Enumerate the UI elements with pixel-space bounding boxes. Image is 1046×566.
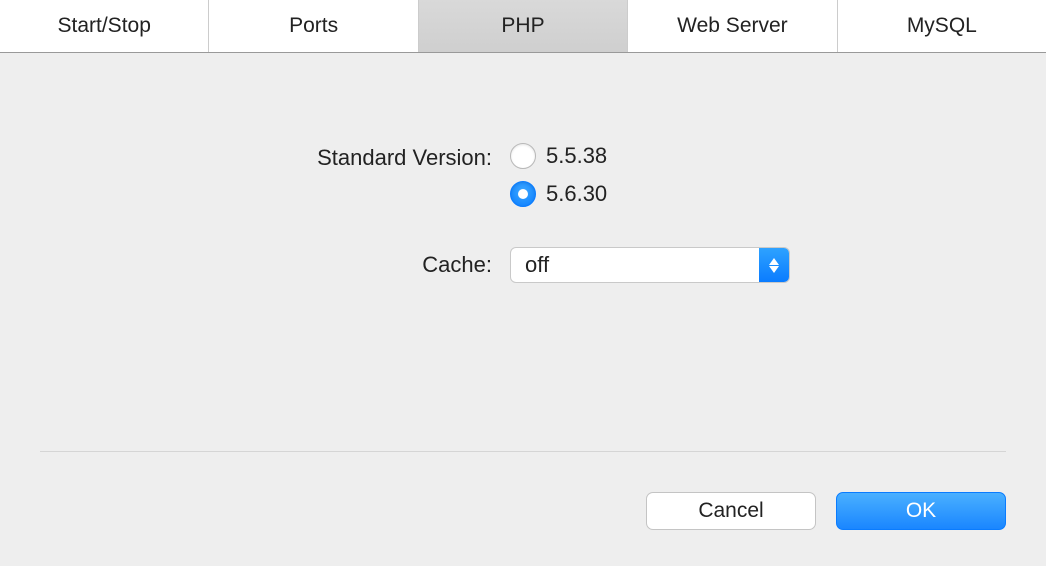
tab-ports[interactable]: Ports bbox=[209, 0, 418, 52]
cancel-button[interactable]: Cancel bbox=[646, 492, 816, 530]
preferences-window: Start/Stop Ports PHP Web Server MySQL St… bbox=[0, 0, 1046, 566]
version-option-0-label: 5.5.38 bbox=[546, 143, 607, 169]
version-option-1[interactable]: 5.6.30 bbox=[510, 181, 607, 207]
cache-row: Cache: off bbox=[40, 247, 1006, 283]
ok-button[interactable]: OK bbox=[836, 492, 1006, 530]
radio-icon[interactable] bbox=[510, 143, 536, 169]
radio-selected-icon[interactable] bbox=[510, 181, 536, 207]
tab-content-php: Standard Version: 5.5.38 5.6.30 Cache: bbox=[0, 53, 1046, 297]
tab-web-server[interactable]: Web Server bbox=[628, 0, 837, 52]
cache-field: off bbox=[510, 247, 790, 283]
tab-mysql[interactable]: MySQL bbox=[838, 0, 1046, 52]
tab-php[interactable]: PHP bbox=[419, 0, 628, 52]
dialog-footer: Cancel OK bbox=[40, 451, 1006, 566]
version-option-0[interactable]: 5.5.38 bbox=[510, 143, 607, 169]
cache-label: Cache: bbox=[40, 252, 510, 278]
cache-select[interactable]: off bbox=[510, 247, 790, 283]
standard-version-label: Standard Version: bbox=[40, 143, 510, 171]
cache-select-value: off bbox=[525, 252, 549, 278]
php-form: Standard Version: 5.5.38 5.6.30 Cache: bbox=[40, 143, 1006, 283]
tab-start-stop[interactable]: Start/Stop bbox=[0, 0, 209, 52]
standard-version-options: 5.5.38 5.6.30 bbox=[510, 143, 607, 207]
version-option-1-label: 5.6.30 bbox=[546, 181, 607, 207]
updown-arrows-icon bbox=[759, 248, 789, 282]
tab-bar: Start/Stop Ports PHP Web Server MySQL bbox=[0, 0, 1046, 53]
standard-version-row: Standard Version: 5.5.38 5.6.30 bbox=[40, 143, 1006, 207]
